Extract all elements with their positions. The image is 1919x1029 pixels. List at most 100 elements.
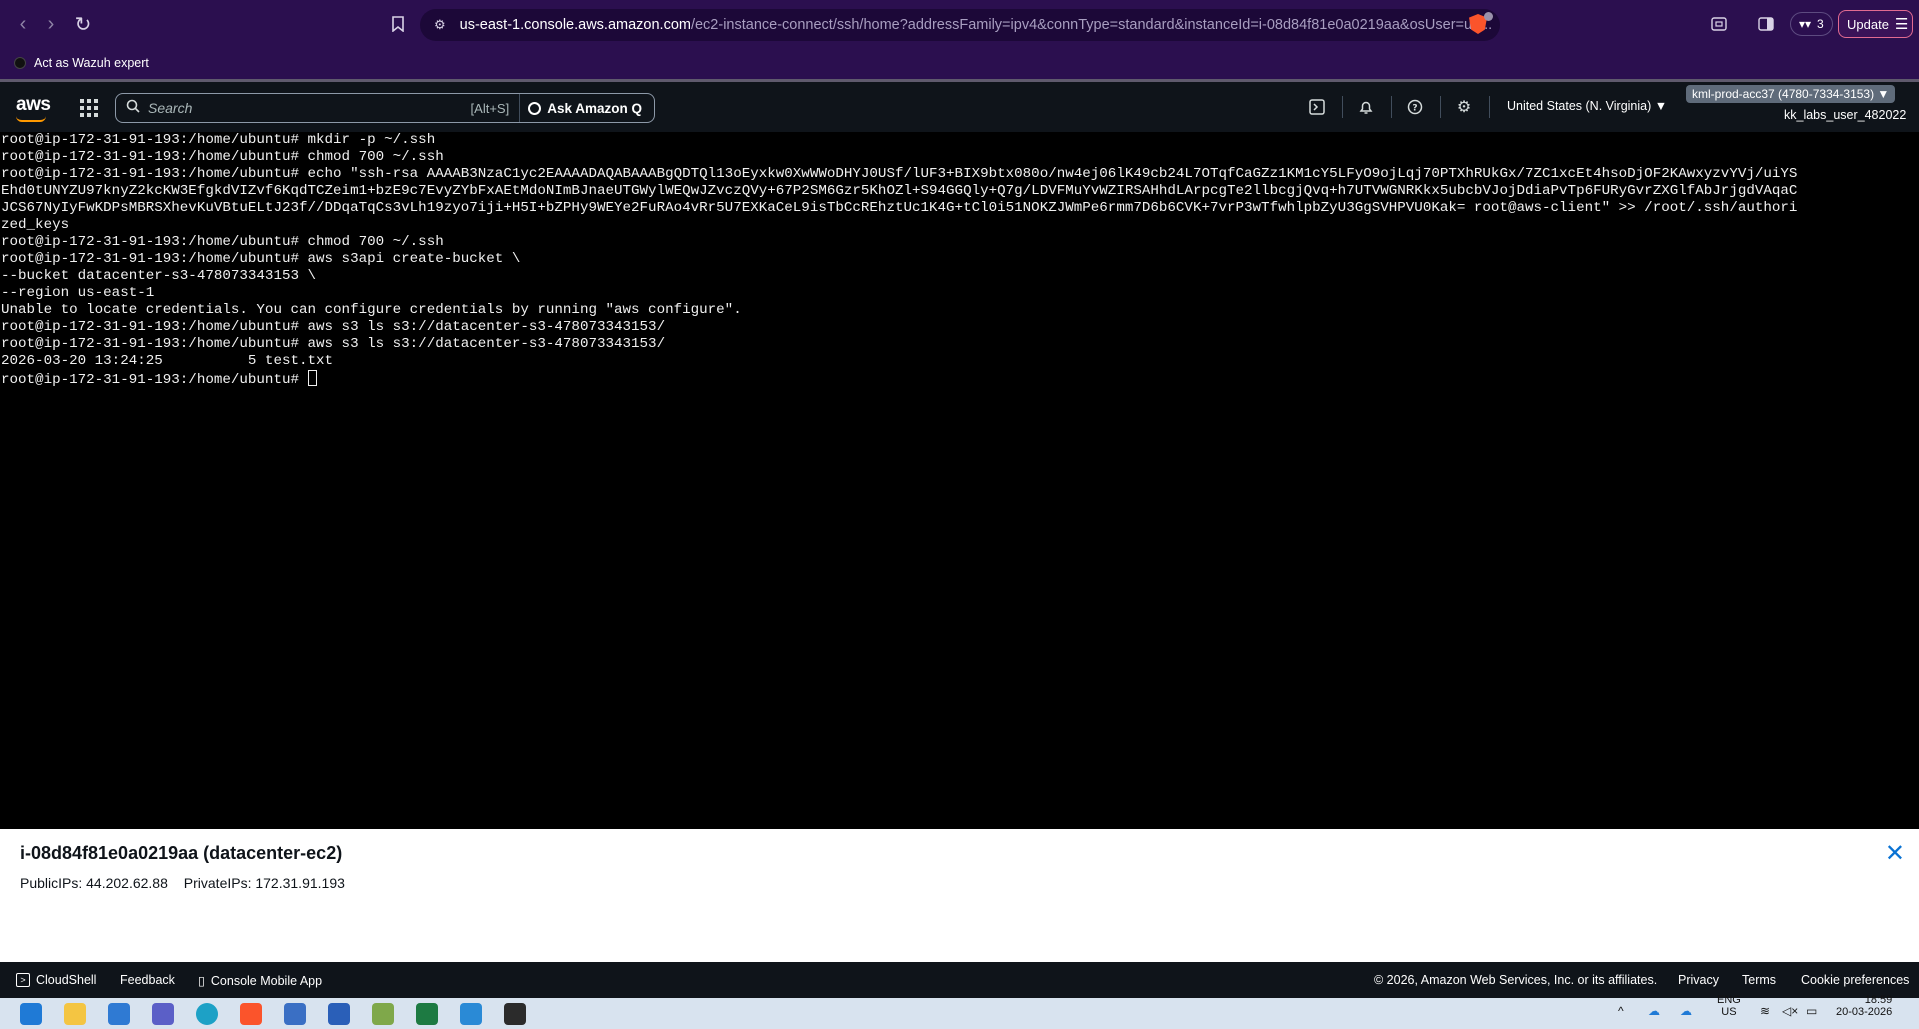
brave-icon[interactable] (240, 1003, 262, 1025)
sidebar-icon[interactable] (1755, 13, 1777, 35)
terminal-prompt: root@ip-172-31-91-193:/home/ubuntu# (1, 372, 308, 388)
wifi-icon[interactable]: ≋ (1760, 1004, 1770, 1018)
aws-console-footer: > CloudShell Feedback ▯ Console Mobile A… (0, 962, 1919, 998)
cloudshell-icon[interactable] (1307, 97, 1327, 117)
public-ips: PublicIPs: 44.202.62.88 (20, 875, 168, 891)
forward-arrow-icon[interactable]: › (38, 11, 64, 37)
wallet-count: 3 (1817, 17, 1824, 31)
terminal-line: root@ip-172-31-91-193:/home/ubuntu# aws … (1, 319, 666, 335)
aws-logo-smile-icon (16, 116, 46, 122)
address-bar[interactable]: ⚙ us-east-1.console.aws.amazon.com /ec2-… (420, 9, 1500, 41)
ssh-terminal[interactable]: root@ip-172-31-91-193:/home/ubuntu# mkdi… (0, 132, 1919, 829)
onedrive-icon[interactable]: ☁ (1680, 1004, 1692, 1018)
amazon-q-icon (528, 101, 542, 115)
terminal-line: root@ip-172-31-91-193:/home/ubuntu# chmo… (1, 234, 444, 250)
services-grid-icon[interactable] (80, 99, 98, 117)
screenshot-icon[interactable] (1708, 13, 1730, 35)
mobile-phone-icon: ▯ (198, 974, 205, 988)
terminal-line: zed_keys (1, 217, 70, 233)
editor-icon[interactable] (372, 1003, 394, 1025)
username[interactable]: kk_labs_user_482022 (1784, 108, 1906, 122)
terminal-line: Unable to locate credentials. You can co… (1, 302, 742, 318)
aws-console-header: aws [Alt+S] Ask Amazon Q ? ⚙ United Stat… (0, 82, 1919, 132)
header-divider (1342, 96, 1343, 118)
private-ips: PrivateIPs: 172.31.91.193 (183, 875, 345, 891)
region-selector[interactable]: United States (N. Virginia) ▼ (1507, 99, 1667, 113)
windows-start-icon[interactable] (20, 1003, 42, 1025)
file-explorer-icon[interactable] (64, 1003, 86, 1025)
svg-text:?: ? (1412, 104, 1417, 114)
console-mobile-app-link[interactable]: ▯ Console Mobile App (198, 973, 323, 989)
close-icon[interactable]: ✕ (1885, 839, 1905, 868)
terminal-icon[interactable] (504, 1003, 526, 1025)
terminal-cursor (307, 370, 317, 386)
header-divider (1391, 96, 1392, 118)
speaker-muted-icon[interactable]: ◁× (1782, 1004, 1798, 1018)
bookmark-wazuh[interactable]: Act as Wazuh expert (14, 56, 149, 70)
bookmark-favicon-icon (14, 57, 26, 69)
clock[interactable]: 18:59 20-03-2026 (1836, 994, 1892, 1018)
bookmark-icon[interactable] (385, 11, 411, 37)
lang-code: ENG (1717, 994, 1741, 1006)
tray-chevron-icon[interactable]: ^ (1618, 1004, 1624, 1018)
header-divider (1440, 96, 1441, 118)
terminal-line: root@ip-172-31-91-193:/home/ubuntu# aws … (1, 251, 521, 267)
clock-date: 20-03-2026 (1836, 1006, 1893, 1018)
edge-icon[interactable] (196, 1003, 218, 1025)
search-bar[interactable]: [Alt+S] Ask Amazon Q (115, 93, 655, 123)
excel-icon[interactable] (416, 1003, 438, 1025)
ask-amazon-q-button[interactable]: Ask Amazon Q (519, 94, 654, 122)
gear-icon[interactable]: ⚙ (1454, 97, 1474, 117)
cloudshell-label: CloudShell (36, 973, 97, 987)
windows-taskbar: ^ ☁ ☁ ENG US ≋ ◁× ▭ 18:59 20-03-2026 (0, 994, 1919, 1029)
terminal-line: --bucket datacenter-s3-478073343153 \ (1, 268, 317, 284)
terminal-prompt-line[interactable]: root@ip-172-31-91-193:/home/ubuntu# (1, 370, 1919, 389)
wallet-button[interactable]: ▾▾ 3 (1790, 12, 1833, 36)
url-path: /ec2-instance-connect/ssh/home?addressFa… (690, 17, 1493, 33)
bookmark-label: Act as Wazuh expert (34, 56, 149, 70)
shields-badge (1484, 12, 1493, 21)
app-icon[interactable] (108, 1003, 130, 1025)
mobile-app-label: Console Mobile App (210, 973, 323, 988)
terms-link[interactable]: Terms (1742, 973, 1776, 987)
search-input[interactable] (140, 100, 471, 116)
menu-icon: ☰ (1894, 16, 1909, 33)
battery-icon[interactable]: ▭ (1806, 1004, 1817, 1018)
reload-icon[interactable]: ↻ (70, 11, 96, 37)
search-icon (126, 99, 140, 117)
terminal-line: JCS67NyIyFwKDPsMBRSXhevKuVBtuELtJ23f//DD… (1, 200, 1798, 216)
cookie-preferences-link[interactable]: Cookie preferences (1801, 973, 1909, 987)
terminal-line: --region us-east-1 (1, 285, 155, 301)
browser-toolbar: ‹ › ↻ ⚙ us-east-1.console.aws.amazon.com… (0, 0, 1919, 48)
instance-info-panel: i-08d84f81e0a0219aa (datacenter-ec2) Pub… (0, 829, 1919, 962)
instance-ips: PublicIPs: 44.202.62.88 PrivateIPs: 172.… (20, 875, 357, 891)
wallet-icon: ▾▾ (1799, 17, 1812, 31)
terminal-output: root@ip-172-31-91-193:/home/ubuntu# mkdi… (1, 132, 1919, 370)
account-menu[interactable]: kml-prod-acc37 (4780-7334-3153) ▼ (1686, 85, 1896, 103)
url-host: us-east-1.console.aws.amazon.com (459, 17, 691, 33)
update-label: Update (1847, 16, 1889, 32)
bookmarks-bar: Act as Wazuh expert (0, 48, 1919, 82)
back-arrow-icon[interactable]: ‹ (10, 11, 36, 37)
bell-icon[interactable] (1356, 97, 1376, 117)
language-indicator[interactable]: ENG US (1717, 994, 1741, 1018)
powershell-icon[interactable] (328, 1003, 350, 1025)
site-settings-icon[interactable]: ⚙ (434, 17, 446, 33)
aws-logo[interactable]: aws (16, 94, 51, 116)
clock-time: 18:59 (1864, 994, 1893, 1006)
privacy-link[interactable]: Privacy (1678, 973, 1719, 987)
feedback-link[interactable]: Feedback (120, 973, 175, 987)
help-icon[interactable]: ? (1405, 97, 1425, 117)
teams-icon[interactable] (152, 1003, 174, 1025)
onedrive-icon[interactable]: ☁ (1648, 1004, 1660, 1018)
copyright: © 2026, Amazon Web Services, Inc. or its… (1374, 973, 1658, 987)
terminal-line: 2026-03-20 13:24:25 5 test.txt (1, 353, 334, 369)
vscode-icon[interactable] (460, 1003, 482, 1025)
update-button[interactable]: Update ☰ (1838, 10, 1913, 38)
terminal-line: root@ip-172-31-91-193:/home/ubuntu# aws … (1, 336, 666, 352)
terminal-line: Ehd0tUNYZU97knyZ2kcKW3EfgkdVIZvf6KqdTCZe… (1, 183, 1798, 199)
notepad-icon[interactable] (284, 1003, 306, 1025)
lang-region: US (1721, 1006, 1737, 1018)
cloudshell-button[interactable]: > CloudShell (16, 973, 96, 987)
terminal-line: root@ip-172-31-91-193:/home/ubuntu# echo… (1, 166, 1798, 182)
